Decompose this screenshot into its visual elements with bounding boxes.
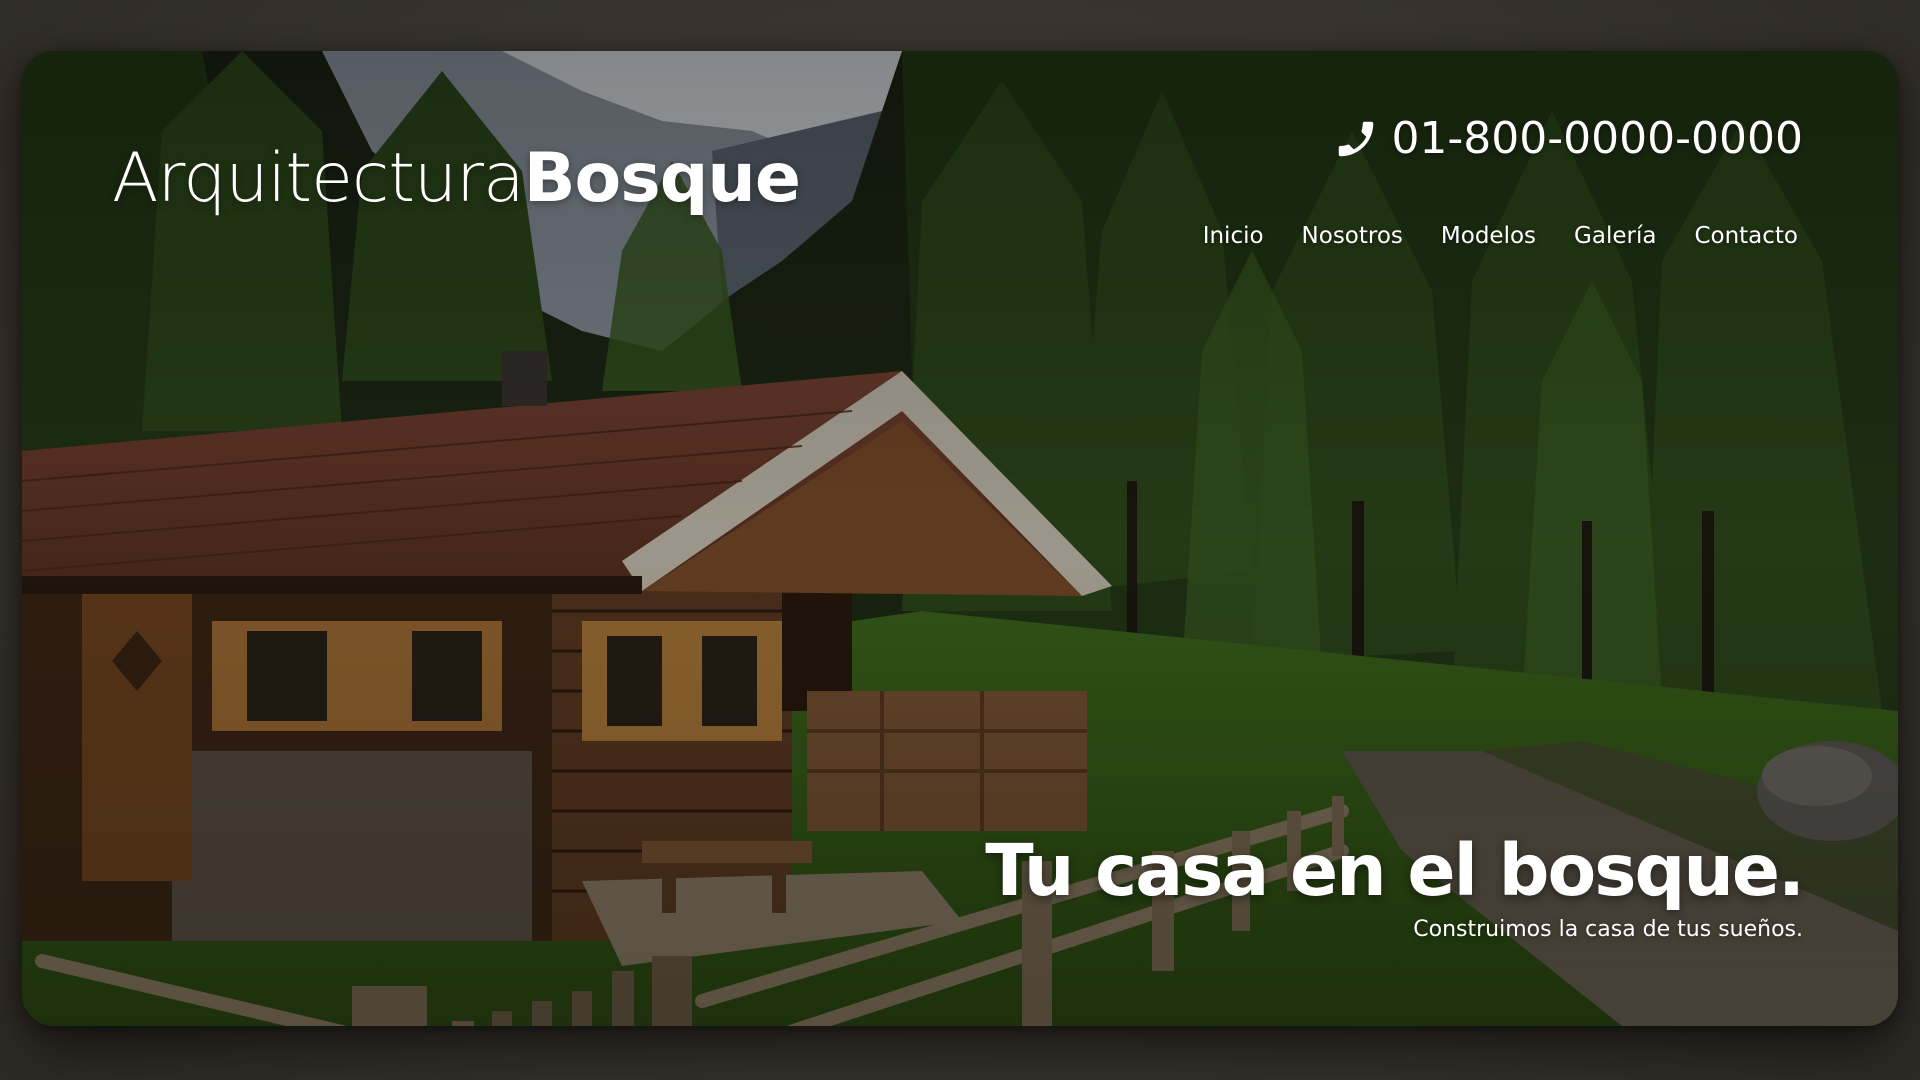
nav-item-inicio[interactable]: Inicio: [1203, 223, 1264, 249]
phone-icon: [1333, 116, 1379, 162]
hero-text: Tu casa en el bosque. Construimos la cas…: [985, 829, 1805, 942]
logo-text-bold: Bosque: [523, 139, 801, 218]
hero-section: ArquitecturaBosque 01-800-0000-0000 Inic…: [22, 51, 1898, 1026]
hero-title: Tu casa en el bosque.: [985, 829, 1805, 912]
hero-subtitle: Construimos la casa de tus sueños.: [1413, 916, 1803, 942]
main-navigation: Inicio Nosotros Modelos Galería Contacto: [1203, 223, 1798, 249]
nav-item-modelos[interactable]: Modelos: [1441, 223, 1536, 249]
phone-contact[interactable]: 01-800-0000-0000: [1333, 113, 1803, 164]
nav-item-nosotros[interactable]: Nosotros: [1302, 223, 1403, 249]
nav-item-contacto[interactable]: Contacto: [1694, 223, 1798, 249]
nav-item-galeria[interactable]: Galería: [1574, 223, 1656, 249]
phone-number: 01-800-0000-0000: [1391, 113, 1803, 164]
logo-text-light: Arquitectura: [112, 139, 525, 218]
site-logo[interactable]: ArquitecturaBosque: [112, 139, 801, 218]
